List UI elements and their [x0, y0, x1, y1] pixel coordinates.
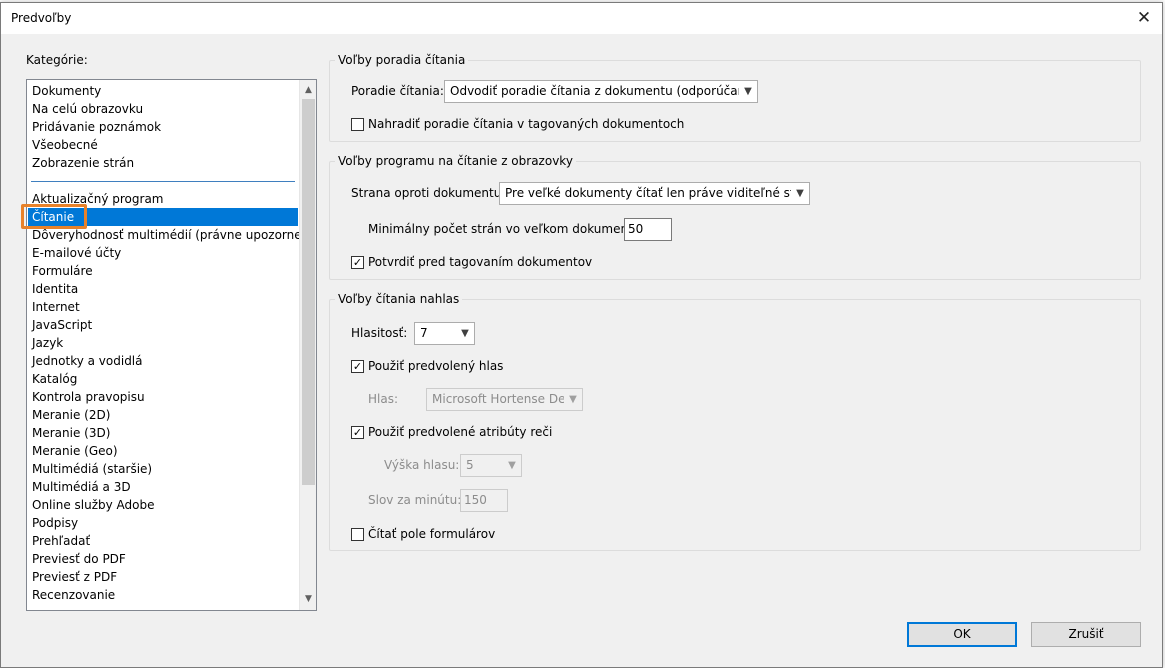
- category-item[interactable]: Meranie (Geo): [28, 442, 298, 460]
- confirm-tagging-checkbox[interactable]: ✓: [351, 256, 364, 269]
- category-item[interactable]: Jazyk: [28, 334, 298, 352]
- category-item[interactable]: Meranie (3D): [28, 424, 298, 442]
- category-item[interactable]: Na celú obrazovku: [28, 100, 298, 118]
- category-item[interactable]: Identita: [28, 280, 298, 298]
- ok-button[interactable]: OK: [907, 622, 1017, 647]
- categories-list[interactable]: Dokumenty Na celú obrazovku Pridávanie poz…: [26, 79, 317, 611]
- category-item[interactable]: JavaScript: [28, 316, 298, 334]
- category-item[interactable]: Multimédiá a 3D: [28, 478, 298, 496]
- volume-label: Hlasitosť:: [351, 326, 408, 340]
- category-item[interactable]: Jednotky a vodidlá: [28, 352, 298, 370]
- chevron-down-icon[interactable]: ▼: [739, 81, 757, 102]
- close-icon[interactable]: ✕: [1126, 3, 1162, 34]
- reading-order-select[interactable]: Odvodiť poradie čítania z dokumentu (odp…: [444, 80, 758, 103]
- category-item[interactable]: Formuláre: [28, 262, 298, 280]
- voice-select[interactable]: Microsoft Hortense Deskt ▼: [426, 388, 583, 411]
- category-item[interactable]: Všeobecné: [28, 136, 298, 154]
- dialog-title: Predvoľby: [11, 11, 72, 25]
- scroll-down-icon[interactable]: ▼: [300, 591, 316, 608]
- chevron-down-icon[interactable]: ▼: [503, 455, 521, 476]
- scroll-thumb[interactable]: [302, 99, 315, 485]
- category-item[interactable]: Previesť z PDF: [28, 568, 298, 586]
- override-order-checkbox[interactable]: [351, 118, 364, 131]
- categories-label: Kategórie:: [26, 53, 88, 67]
- screen-reader-title: Voľby programu na čítanie z obrazovky: [335, 154, 576, 168]
- page-vs-doc-select[interactable]: Pre veľké dokumenty čítať len práve vidi…: [499, 182, 810, 205]
- category-item[interactable]: Pridávanie poznámok: [28, 118, 298, 136]
- pitch-select[interactable]: 5 ▼: [460, 454, 522, 477]
- override-order-label: Nahradiť poradie čítania v tagovaných do…: [368, 117, 685, 131]
- list-separator: [31, 181, 295, 182]
- pitch-label: Výška hlasu:: [384, 458, 460, 472]
- scroll-up-icon[interactable]: ▲: [300, 82, 316, 99]
- category-item[interactable]: Online služby Adobe: [28, 496, 298, 514]
- pitch-value: 5: [466, 458, 474, 472]
- category-item[interactable]: Multimédiá (staršie): [28, 460, 298, 478]
- category-item[interactable]: E-mailové účty: [28, 244, 298, 262]
- min-pages-input[interactable]: 50: [624, 218, 672, 241]
- category-item[interactable]: Kontrola pravopisu: [28, 388, 298, 406]
- volume-select[interactable]: 7 ▼: [414, 322, 475, 345]
- cancel-button[interactable]: Zrušiť: [1031, 622, 1141, 647]
- category-item[interactable]: Previesť do PDF: [28, 550, 298, 568]
- min-pages-label: Minimálny počet strán vo veľkom dokument…: [368, 222, 645, 236]
- reading-order-group: Voľby poradia čítania Poradie čítania: O…: [329, 53, 1141, 142]
- voice-value: Microsoft Hortense Deskt: [432, 392, 583, 406]
- chevron-down-icon[interactable]: ▼: [791, 183, 809, 204]
- chevron-down-icon[interactable]: ▼: [564, 389, 582, 410]
- page-vs-doc-value: Pre veľké dokumenty čítať len práve vidi…: [505, 186, 810, 200]
- category-item[interactable]: Recenzovanie: [28, 586, 298, 604]
- category-item[interactable]: Katalóg: [28, 370, 298, 388]
- read-fields-label: Čítať pole formulárov: [368, 527, 496, 541]
- category-item[interactable]: Dokumenty: [28, 82, 298, 100]
- wpm-label: Slov za minútu:: [368, 493, 462, 507]
- default-voice-checkbox[interactable]: ✓: [351, 360, 364, 373]
- default-voice-label: Použiť predvolený hlas: [368, 359, 504, 373]
- chevron-down-icon[interactable]: ▼: [456, 323, 474, 344]
- reading-order-value: Odvodiť poradie čítania z dokumentu (odp…: [450, 84, 758, 98]
- wpm-input[interactable]: 150: [460, 489, 508, 512]
- read-fields-checkbox[interactable]: [351, 528, 364, 541]
- preferences-dialog: Predvoľby ✕ Kategórie: Dokumenty Na celú …: [0, 2, 1163, 668]
- read-aloud-group: Voľby čítania nahlas Hlasitosť: 7 ▼ ✓ Po…: [329, 292, 1141, 551]
- category-item[interactable]: Meranie (2D): [28, 406, 298, 424]
- voice-label: Hlas:: [368, 392, 399, 406]
- confirm-tagging-label: Potvrdiť pred tagovaním dokumentov: [368, 255, 593, 269]
- volume-value: 7: [420, 326, 428, 340]
- selected-category-highlight: [21, 204, 87, 229]
- category-item[interactable]: Podpisy: [28, 514, 298, 532]
- category-item[interactable]: Zobrazenie strán: [28, 154, 298, 172]
- reading-order-title: Voľby poradia čítania: [335, 53, 469, 67]
- default-attrs-label: Použiť predvolené atribúty reči: [368, 425, 553, 439]
- read-aloud-title: Voľby čítania nahlas: [335, 292, 463, 306]
- reading-order-label: Poradie čítania:: [351, 84, 444, 98]
- screen-reader-group: Voľby programu na čítanie z obrazovky St…: [329, 154, 1141, 280]
- categories-scrollbar[interactable]: ▲ ▼: [299, 80, 316, 610]
- default-attrs-checkbox[interactable]: ✓: [351, 426, 364, 439]
- page-vs-doc-label: Strana oproti dokumentu:: [351, 186, 506, 200]
- category-item[interactable]: Prehľadať: [28, 532, 298, 550]
- category-item[interactable]: Internet: [28, 298, 298, 316]
- dialog-titlebar: Predvoľby ✕: [1, 3, 1162, 34]
